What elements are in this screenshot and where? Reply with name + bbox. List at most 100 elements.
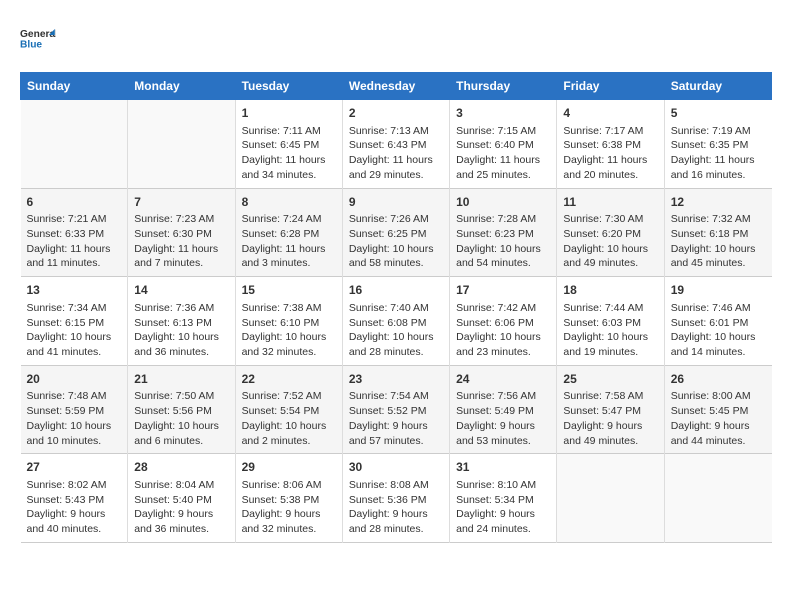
- day-info: Sunrise: 7:50 AM Sunset: 5:56 PM Dayligh…: [134, 389, 228, 448]
- calendar-cell: 15 Sunrise: 7:38 AM Sunset: 6:10 PM Dayli…: [235, 277, 342, 366]
- calendar-cell: 2 Sunrise: 7:13 AM Sunset: 6:43 PM Daylig…: [342, 100, 449, 189]
- calendar-cell: [557, 454, 664, 543]
- weekday-header-tuesday: Tuesday: [235, 73, 342, 100]
- day-info: Sunrise: 7:46 AM Sunset: 6:01 PM Dayligh…: [671, 301, 766, 360]
- day-info: Sunrise: 7:56 AM Sunset: 5:49 PM Dayligh…: [456, 389, 550, 448]
- day-number: 20: [27, 371, 122, 388]
- day-number: 24: [456, 371, 550, 388]
- day-number: 23: [349, 371, 443, 388]
- day-info: Sunrise: 8:04 AM Sunset: 5:40 PM Dayligh…: [134, 478, 228, 537]
- day-info: Sunrise: 7:19 AM Sunset: 6:35 PM Dayligh…: [671, 124, 766, 183]
- day-info: Sunrise: 8:00 AM Sunset: 5:45 PM Dayligh…: [671, 389, 766, 448]
- day-number: 10: [456, 194, 550, 211]
- day-number: 17: [456, 282, 550, 299]
- calendar-week-row: 27Sunrise: 8:02 AM Sunset: 5:43 PM Dayli…: [21, 454, 772, 543]
- weekday-header-monday: Monday: [128, 73, 235, 100]
- calendar-cell: 9Sunrise: 7:26 AM Sunset: 6:25 PM Daylig…: [342, 188, 449, 277]
- day-info: Sunrise: 8:08 AM Sunset: 5:36 PM Dayligh…: [349, 478, 443, 537]
- calendar-cell: [21, 100, 128, 189]
- day-number: 6: [27, 194, 122, 211]
- day-number: 18: [563, 282, 657, 299]
- day-number: 2: [349, 105, 443, 122]
- calendar-cell: 23Sunrise: 7:54 AM Sunset: 5:52 PM Dayli…: [342, 365, 449, 454]
- logo-svg: General Blue: [20, 20, 56, 56]
- day-info: Sunrise: 7:21 AM Sunset: 6:33 PM Dayligh…: [27, 212, 122, 271]
- calendar-cell: 6Sunrise: 7:21 AM Sunset: 6:33 PM Daylig…: [21, 188, 128, 277]
- calendar-cell: 18 Sunrise: 7:44 AM Sunset: 6:03 PM Dayli…: [557, 277, 664, 366]
- day-info: Sunrise: 7:54 AM Sunset: 5:52 PM Dayligh…: [349, 389, 443, 448]
- calendar-cell: 26Sunrise: 8:00 AM Sunset: 5:45 PM Dayli…: [664, 365, 771, 454]
- day-info: Sunrise: 7:13 AM Sunset: 6:43 PM Dayligh…: [349, 124, 443, 183]
- calendar-cell: 1 Sunrise: 7:11 AM Sunset: 6:45 PM Daylig…: [235, 100, 342, 189]
- calendar-cell: 11Sunrise: 7:30 AM Sunset: 6:20 PM Dayli…: [557, 188, 664, 277]
- weekday-header-wednesday: Wednesday: [342, 73, 449, 100]
- calendar-cell: 10Sunrise: 7:28 AM Sunset: 6:23 PM Dayli…: [450, 188, 557, 277]
- day-number: 7: [134, 194, 228, 211]
- day-info: Sunrise: 7:30 AM Sunset: 6:20 PM Dayligh…: [563, 212, 657, 271]
- day-number: 11: [563, 194, 657, 211]
- day-info: Sunrise: 7:17 AM Sunset: 6:38 PM Dayligh…: [563, 124, 657, 183]
- calendar-cell: 17 Sunrise: 7:42 AM Sunset: 6:06 PM Dayli…: [450, 277, 557, 366]
- calendar-cell: 28 Sunrise: 8:04 AM Sunset: 5:40 PM Dayli…: [128, 454, 235, 543]
- calendar-cell: 24Sunrise: 7:56 AM Sunset: 5:49 PM Dayli…: [450, 365, 557, 454]
- day-info: Sunrise: 7:58 AM Sunset: 5:47 PM Dayligh…: [563, 389, 657, 448]
- day-number: 28: [134, 459, 228, 476]
- logo: General Blue: [20, 20, 56, 56]
- day-number: 4: [563, 105, 657, 122]
- calendar-table: SundayMondayTuesdayWednesdayThursdayFrid…: [20, 72, 772, 543]
- calendar-cell: 27Sunrise: 8:02 AM Sunset: 5:43 PM Dayli…: [21, 454, 128, 543]
- day-info: Sunrise: 7:48 AM Sunset: 5:59 PM Dayligh…: [27, 389, 122, 448]
- day-number: 14: [134, 282, 228, 299]
- day-info: Sunrise: 7:36 AM Sunset: 6:13 PM Dayligh…: [134, 301, 228, 360]
- day-number: 22: [242, 371, 336, 388]
- day-number: 21: [134, 371, 228, 388]
- calendar-week-row: 20Sunrise: 7:48 AM Sunset: 5:59 PM Dayli…: [21, 365, 772, 454]
- calendar-cell: 21Sunrise: 7:50 AM Sunset: 5:56 PM Dayli…: [128, 365, 235, 454]
- calendar-cell: [128, 100, 235, 189]
- calendar-cell: 22Sunrise: 7:52 AM Sunset: 5:54 PM Dayli…: [235, 365, 342, 454]
- day-info: Sunrise: 7:40 AM Sunset: 6:08 PM Dayligh…: [349, 301, 443, 360]
- svg-text:Blue: Blue: [20, 40, 42, 51]
- calendar-week-row: 13Sunrise: 7:34 AM Sunset: 6:15 PM Dayli…: [21, 277, 772, 366]
- day-number: 8: [242, 194, 336, 211]
- weekday-header-saturday: Saturday: [664, 73, 771, 100]
- day-number: 15: [242, 282, 336, 299]
- day-info: Sunrise: 7:11 AM Sunset: 6:45 PM Dayligh…: [242, 124, 336, 183]
- calendar-cell: 13Sunrise: 7:34 AM Sunset: 6:15 PM Dayli…: [21, 277, 128, 366]
- calendar-cell: 4 Sunrise: 7:17 AM Sunset: 6:38 PM Daylig…: [557, 100, 664, 189]
- day-info: Sunrise: 7:28 AM Sunset: 6:23 PM Dayligh…: [456, 212, 550, 271]
- day-number: 29: [242, 459, 336, 476]
- day-number: 1: [242, 105, 336, 122]
- calendar-cell: 19 Sunrise: 7:46 AM Sunset: 6:01 PM Dayli…: [664, 277, 771, 366]
- day-number: 16: [349, 282, 443, 299]
- day-info: Sunrise: 7:34 AM Sunset: 6:15 PM Dayligh…: [27, 301, 122, 360]
- calendar-cell: [664, 454, 771, 543]
- weekday-header-friday: Friday: [557, 73, 664, 100]
- weekday-header-sunday: Sunday: [21, 73, 128, 100]
- day-number: 30: [349, 459, 443, 476]
- day-number: 31: [456, 459, 550, 476]
- day-number: 19: [671, 282, 766, 299]
- day-info: Sunrise: 7:32 AM Sunset: 6:18 PM Dayligh…: [671, 212, 766, 271]
- weekday-header-row: SundayMondayTuesdayWednesdayThursdayFrid…: [21, 73, 772, 100]
- day-info: Sunrise: 7:23 AM Sunset: 6:30 PM Dayligh…: [134, 212, 228, 271]
- day-info: Sunrise: 7:26 AM Sunset: 6:25 PM Dayligh…: [349, 212, 443, 271]
- calendar-cell: 5Sunrise: 7:19 AM Sunset: 6:35 PM Daylig…: [664, 100, 771, 189]
- calendar-cell: 30 Sunrise: 8:08 AM Sunset: 5:36 PM Dayli…: [342, 454, 449, 543]
- day-info: Sunrise: 7:52 AM Sunset: 5:54 PM Dayligh…: [242, 389, 336, 448]
- day-number: 25: [563, 371, 657, 388]
- day-info: Sunrise: 7:44 AM Sunset: 6:03 PM Dayligh…: [563, 301, 657, 360]
- day-info: Sunrise: 8:06 AM Sunset: 5:38 PM Dayligh…: [242, 478, 336, 537]
- calendar-cell: 20Sunrise: 7:48 AM Sunset: 5:59 PM Dayli…: [21, 365, 128, 454]
- day-number: 26: [671, 371, 766, 388]
- calendar-cell: 16 Sunrise: 7:40 AM Sunset: 6:08 PM Dayli…: [342, 277, 449, 366]
- day-info: Sunrise: 8:10 AM Sunset: 5:34 PM Dayligh…: [456, 478, 550, 537]
- day-info: Sunrise: 8:02 AM Sunset: 5:43 PM Dayligh…: [27, 478, 122, 537]
- weekday-header-thursday: Thursday: [450, 73, 557, 100]
- day-info: Sunrise: 7:42 AM Sunset: 6:06 PM Dayligh…: [456, 301, 550, 360]
- day-info: Sunrise: 7:38 AM Sunset: 6:10 PM Dayligh…: [242, 301, 336, 360]
- day-number: 9: [349, 194, 443, 211]
- day-info: Sunrise: 7:15 AM Sunset: 6:40 PM Dayligh…: [456, 124, 550, 183]
- calendar-cell: 31 Sunrise: 8:10 AM Sunset: 5:34 PM Dayli…: [450, 454, 557, 543]
- calendar-week-row: 6Sunrise: 7:21 AM Sunset: 6:33 PM Daylig…: [21, 188, 772, 277]
